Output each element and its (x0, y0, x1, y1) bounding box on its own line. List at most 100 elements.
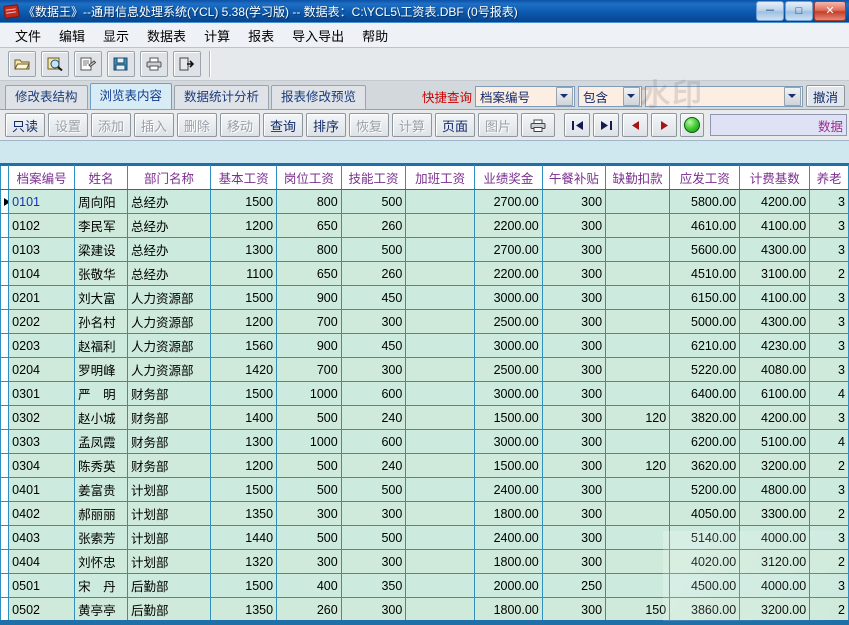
row-selector-cell[interactable] (1, 310, 9, 334)
cell-养老[interactable]: 2 (810, 262, 849, 286)
cell-计费基数[interactable]: 3200.00 (740, 454, 810, 478)
cell-业绩奖金[interactable]: 2400.00 (474, 478, 542, 502)
cell-姓名[interactable]: 刘大富 (75, 286, 128, 310)
row-selector-cell[interactable] (1, 334, 9, 358)
cell-部门名称[interactable]: 人力资源部 (127, 334, 210, 358)
cell-基本工资[interactable]: 1100 (211, 262, 277, 286)
column-header-gross-pay[interactable]: 应发工资 (670, 166, 740, 190)
row-selector-cell[interactable] (1, 550, 9, 574)
cell-缺勤扣款[interactable] (606, 502, 670, 526)
cell-计费基数[interactable]: 4200.00 (740, 406, 810, 430)
cell-部门名称[interactable]: 总经办 (127, 214, 210, 238)
cell-姓名[interactable]: 郝丽丽 (75, 502, 128, 526)
cell-缺勤扣款[interactable] (606, 358, 670, 382)
tab-browse-content[interactable]: 浏览表内容 (90, 83, 173, 109)
cell-养老[interactable]: 3 (810, 286, 849, 310)
cell-养老[interactable]: 3 (810, 238, 849, 262)
cell-姓名[interactable]: 赵小城 (75, 406, 128, 430)
cell-缺勤扣款[interactable]: 150 (606, 598, 670, 622)
cell-加班工资[interactable] (406, 550, 475, 574)
cell-档案编号[interactable]: 0101 (9, 190, 75, 214)
calculate-button[interactable]: 计算 (392, 113, 432, 137)
cell-技能工资[interactable]: 500 (341, 478, 406, 502)
cell-午餐补贴[interactable]: 300 (542, 310, 605, 334)
cell-缺勤扣款[interactable] (606, 430, 670, 454)
cell-基本工资[interactable]: 1500 (211, 190, 277, 214)
cell-岗位工资[interactable]: 400 (277, 574, 342, 598)
cell-缺勤扣款[interactable] (606, 214, 670, 238)
row-selector-cell[interactable] (1, 214, 9, 238)
cell-岗位工资[interactable]: 800 (277, 190, 342, 214)
table-row[interactable]: 0403张索芳计划部14405005002400.003005140.00400… (1, 526, 849, 550)
cell-应发工资[interactable]: 5000.00 (670, 310, 740, 334)
cell-缺勤扣款[interactable] (606, 310, 670, 334)
cell-加班工资[interactable] (406, 214, 475, 238)
cell-计费基数[interactable]: 4000.00 (740, 574, 810, 598)
cell-午餐补贴[interactable]: 300 (542, 214, 605, 238)
query-text-input[interactable] (645, 86, 803, 107)
minimize-button[interactable]: － (756, 1, 784, 21)
cell-午餐补贴[interactable]: 300 (542, 382, 605, 406)
cell-档案编号[interactable]: 0301 (9, 382, 75, 406)
cell-档案编号[interactable]: 0202 (9, 310, 75, 334)
move-button[interactable]: 移动 (220, 113, 260, 137)
cell-计费基数[interactable]: 4300.00 (740, 238, 810, 262)
cell-午餐补贴[interactable]: 300 (542, 430, 605, 454)
cell-部门名称[interactable]: 总经办 (127, 238, 210, 262)
cell-技能工资[interactable]: 600 (341, 382, 406, 406)
cell-岗位工资[interactable]: 300 (277, 502, 342, 526)
cell-应发工资[interactable]: 4510.00 (670, 262, 740, 286)
cell-技能工资[interactable]: 260 (341, 214, 406, 238)
cell-加班工资[interactable] (406, 526, 475, 550)
cell-午餐补贴[interactable]: 300 (542, 358, 605, 382)
cell-技能工资[interactable]: 350 (341, 574, 406, 598)
cell-应发工资[interactable]: 6210.00 (670, 334, 740, 358)
cell-养老[interactable]: 4 (810, 382, 849, 406)
cell-养老[interactable]: 3 (810, 526, 849, 550)
cell-业绩奖金[interactable]: 1800.00 (474, 502, 542, 526)
cell-计费基数[interactable]: 3100.00 (740, 262, 810, 286)
cell-缺勤扣款[interactable] (606, 382, 670, 406)
cell-业绩奖金[interactable]: 2200.00 (474, 214, 542, 238)
cell-缺勤扣款[interactable] (606, 286, 670, 310)
cell-业绩奖金[interactable]: 1800.00 (474, 598, 542, 622)
cell-岗位工资[interactable]: 500 (277, 406, 342, 430)
table-row[interactable]: 0501宋 丹后勤部15004003502000.002504500.00400… (1, 574, 849, 598)
column-header-overtime[interactable]: 加班工资 (406, 166, 475, 190)
cell-应发工资[interactable]: 5800.00 (670, 190, 740, 214)
cell-档案编号[interactable]: 0404 (9, 550, 75, 574)
cell-基本工资[interactable]: 1500 (211, 286, 277, 310)
cell-业绩奖金[interactable]: 3000.00 (474, 382, 542, 406)
cell-部门名称[interactable]: 人力资源部 (127, 286, 210, 310)
cell-基本工资[interactable]: 1400 (211, 406, 277, 430)
row-selector-cell[interactable] (1, 478, 9, 502)
cell-技能工资[interactable]: 600 (341, 430, 406, 454)
cell-业绩奖金[interactable]: 1500.00 (474, 454, 542, 478)
row-selector-cell[interactable] (1, 238, 9, 262)
cell-岗位工资[interactable]: 800 (277, 238, 342, 262)
menu-item-calculate[interactable]: 计算 (195, 24, 239, 47)
cell-档案编号[interactable]: 0303 (9, 430, 75, 454)
table-row[interactable]: 0302赵小城财务部14005002401500.003001203820.00… (1, 406, 849, 430)
column-header-base-salary[interactable]: 基本工资 (211, 166, 277, 190)
cell-加班工资[interactable] (406, 238, 475, 262)
table-row[interactable]: 0502黄亭亭后勤部13502603001800.003001503860.00… (1, 598, 849, 622)
cell-缺勤扣款[interactable] (606, 334, 670, 358)
table-row[interactable]: 0404刘怀忠计划部13203003001800.003004020.00312… (1, 550, 849, 574)
cell-加班工资[interactable] (406, 286, 475, 310)
cell-加班工资[interactable] (406, 430, 475, 454)
cell-基本工资[interactable]: 1200 (211, 214, 277, 238)
table-row[interactable]: 0301严 明财务部150010006003000.003006400.0061… (1, 382, 849, 406)
cell-姓名[interactable]: 周向阳 (75, 190, 128, 214)
restore-button[interactable]: 恢复 (349, 113, 389, 137)
cell-部门名称[interactable]: 计划部 (127, 550, 210, 574)
cell-岗位工资[interactable]: 1000 (277, 430, 342, 454)
cell-部门名称[interactable]: 计划部 (127, 478, 210, 502)
cell-姓名[interactable]: 严 明 (75, 382, 128, 406)
cell-姓名[interactable]: 李民军 (75, 214, 128, 238)
search-table-icon[interactable] (41, 51, 69, 77)
cell-午餐补贴[interactable]: 300 (542, 478, 605, 502)
cell-应发工资[interactable]: 5200.00 (670, 478, 740, 502)
cell-午餐补贴[interactable]: 300 (542, 406, 605, 430)
column-header-bonus[interactable]: 业绩奖金 (474, 166, 542, 190)
